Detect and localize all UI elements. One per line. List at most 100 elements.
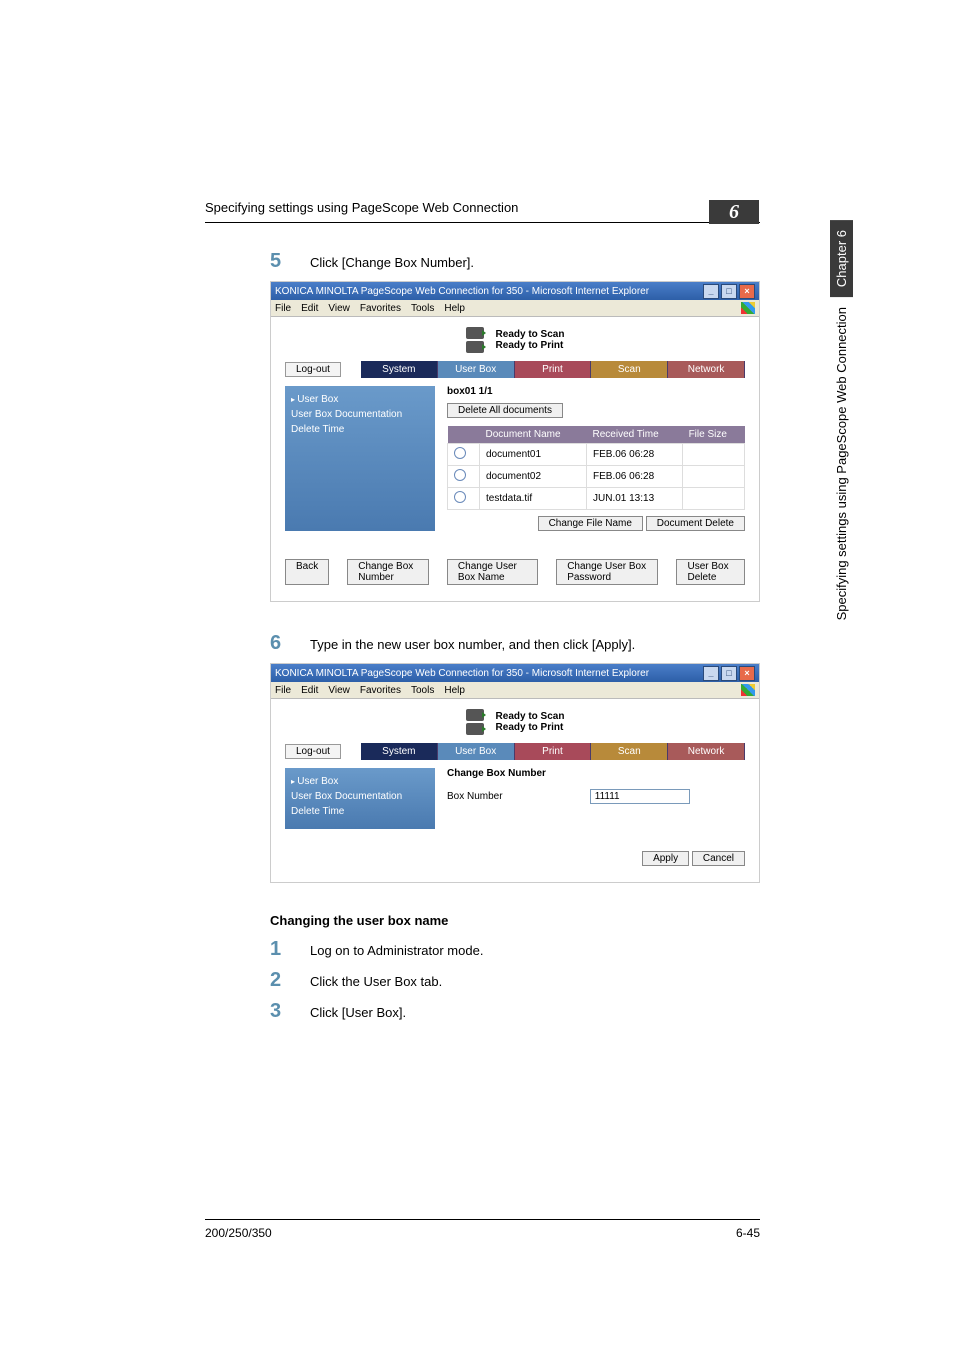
sidebar-item-userbox[interactable]: User Box — [291, 394, 429, 405]
tab-network[interactable]: Network — [668, 743, 745, 760]
page-footer: 200/250/350 6-45 — [205, 1219, 760, 1240]
cell-doc-name: testdata.tif — [480, 488, 587, 510]
tab-userbox[interactable]: User Box — [438, 743, 515, 760]
step-2: 2 Click the User Box tab. — [270, 969, 760, 992]
logout-button[interactable]: Log-out — [285, 362, 341, 377]
user-box-delete-button[interactable]: User Box Delete — [676, 559, 745, 585]
logout-button[interactable]: Log-out — [285, 744, 341, 759]
screenshot-1: KONICA MINOLTA PageScope Web Connection … — [270, 281, 760, 602]
change-box-number-button[interactable]: Change Box Number — [347, 559, 429, 585]
tab-scan[interactable]: Scan — [591, 743, 668, 760]
step-5-number: 5 — [270, 250, 310, 273]
change-user-box-password-button[interactable]: Change User Box Password — [556, 559, 658, 585]
window-close-button[interactable]: × — [739, 284, 755, 299]
window-minimize-button[interactable]: _ — [703, 284, 719, 299]
main-tabs: System User Box Print Scan Network — [361, 361, 745, 378]
subheading-changing-user-box-name: Changing the user box name — [270, 913, 760, 928]
table-row: document01 FEB.06 06:28 — [448, 444, 745, 466]
menu-help[interactable]: Help — [444, 685, 465, 696]
cell-doc-name: document01 — [480, 444, 587, 466]
step-3-text: Click [User Box]. — [310, 1005, 760, 1020]
row-radio[interactable] — [454, 491, 466, 503]
row-radio[interactable] — [454, 469, 466, 481]
tab-network[interactable]: Network — [668, 361, 745, 378]
sidebar-item-documentation[interactable]: User Box Documentation — [291, 409, 429, 420]
menu-favorites[interactable]: Favorites — [360, 685, 401, 696]
delete-all-documents-button[interactable]: Delete All documents — [447, 403, 563, 418]
box-number-input[interactable] — [590, 789, 690, 804]
menu-help[interactable]: Help — [444, 303, 465, 314]
box-number-label: Box Number — [447, 791, 587, 802]
status-ready-print: Ready to Print — [496, 340, 565, 351]
step-3: 3 Click [User Box]. — [270, 1000, 760, 1023]
sidebar-item-delete-time[interactable]: Delete Time — [291, 806, 429, 817]
menu-edit[interactable]: Edit — [301, 685, 318, 696]
menu-file[interactable]: File — [275, 303, 291, 314]
tab-system[interactable]: System — [361, 361, 438, 378]
row-radio[interactable] — [454, 447, 466, 459]
printer-print-icon — [466, 341, 484, 353]
cell-doc-name: document02 — [480, 466, 587, 488]
step-3-number: 3 — [270, 1000, 310, 1023]
status-ready-print: Ready to Print — [496, 722, 565, 733]
footer-model: 200/250/350 — [205, 1226, 272, 1240]
th-document-name: Document Name — [480, 426, 587, 444]
status-ready-scan: Ready to Scan — [496, 329, 565, 340]
menu-view[interactable]: View — [328, 685, 350, 696]
tab-scan[interactable]: Scan — [591, 361, 668, 378]
tab-print[interactable]: Print — [515, 743, 592, 760]
tab-print[interactable]: Print — [515, 361, 592, 378]
menu-view[interactable]: View — [328, 303, 350, 314]
step-6-text: Type in the new user box number, and the… — [310, 637, 760, 652]
step-6-number: 6 — [270, 632, 310, 655]
sidebar-item-userbox[interactable]: User Box — [291, 776, 429, 787]
cell-size — [683, 444, 745, 466]
step-1-text: Log on to Administrator mode. — [310, 943, 760, 958]
printer-scan-icon — [466, 327, 484, 339]
sidebar: User Box User Box Documentation Delete T… — [285, 768, 435, 829]
documents-table: Document Name Received Time File Size do… — [447, 426, 745, 510]
window-titlebar: KONICA MINOLTA PageScope Web Connection … — [271, 664, 759, 682]
step-5: 5 Click [Change Box Number]. — [270, 250, 760, 273]
menubar: File Edit View Favorites Tools Help — [271, 682, 759, 699]
window-titlebar: KONICA MINOLTA PageScope Web Connection … — [271, 282, 759, 300]
window-close-button[interactable]: × — [739, 666, 755, 681]
cell-size — [683, 488, 745, 510]
menu-tools[interactable]: Tools — [411, 685, 434, 696]
table-row: document02 FEB.06 06:28 — [448, 466, 745, 488]
screenshot-2: KONICA MINOLTA PageScope Web Connection … — [270, 663, 760, 883]
change-file-name-button[interactable]: Change File Name — [538, 516, 643, 531]
step-2-number: 2 — [270, 969, 310, 992]
window-maximize-button[interactable]: □ — [721, 284, 737, 299]
back-button[interactable]: Back — [285, 559, 329, 585]
th-received-time: Received Time — [587, 426, 683, 444]
tab-system[interactable]: System — [361, 743, 438, 760]
sidebar-item-delete-time[interactable]: Delete Time — [291, 424, 429, 435]
ie-logo-icon — [741, 302, 755, 314]
step-1: 1 Log on to Administrator mode. — [270, 938, 760, 961]
main-tabs: System User Box Print Scan Network — [361, 743, 745, 760]
menu-file[interactable]: File — [275, 685, 291, 696]
cancel-button[interactable]: Cancel — [692, 851, 745, 866]
cell-received: FEB.06 06:28 — [587, 444, 683, 466]
apply-button[interactable]: Apply — [642, 851, 689, 866]
box-id-label: box01 1/1 — [447, 386, 745, 397]
status-ready-scan: Ready to Scan — [496, 711, 565, 722]
sidebar-item-documentation[interactable]: User Box Documentation — [291, 791, 429, 802]
menu-edit[interactable]: Edit — [301, 303, 318, 314]
change-user-box-name-button[interactable]: Change User Box Name — [447, 559, 538, 585]
document-delete-button[interactable]: Document Delete — [646, 516, 745, 531]
cell-received: JUN.01 13:13 — [587, 488, 683, 510]
printer-scan-icon — [466, 709, 484, 721]
side-tab: Chapter 6 Specifying settings using Page… — [828, 220, 854, 649]
step-6: 6 Type in the new user box number, and t… — [270, 632, 760, 655]
menu-tools[interactable]: Tools — [411, 303, 434, 314]
window-maximize-button[interactable]: □ — [721, 666, 737, 681]
menu-favorites[interactable]: Favorites — [360, 303, 401, 314]
window-title: KONICA MINOLTA PageScope Web Connection … — [275, 286, 701, 297]
tab-userbox[interactable]: User Box — [438, 361, 515, 378]
step-5-text: Click [Change Box Number]. — [310, 255, 760, 270]
cell-received: FEB.06 06:28 — [587, 466, 683, 488]
window-minimize-button[interactable]: _ — [703, 666, 719, 681]
page-header-title: Specifying settings using PageScope Web … — [205, 200, 518, 215]
